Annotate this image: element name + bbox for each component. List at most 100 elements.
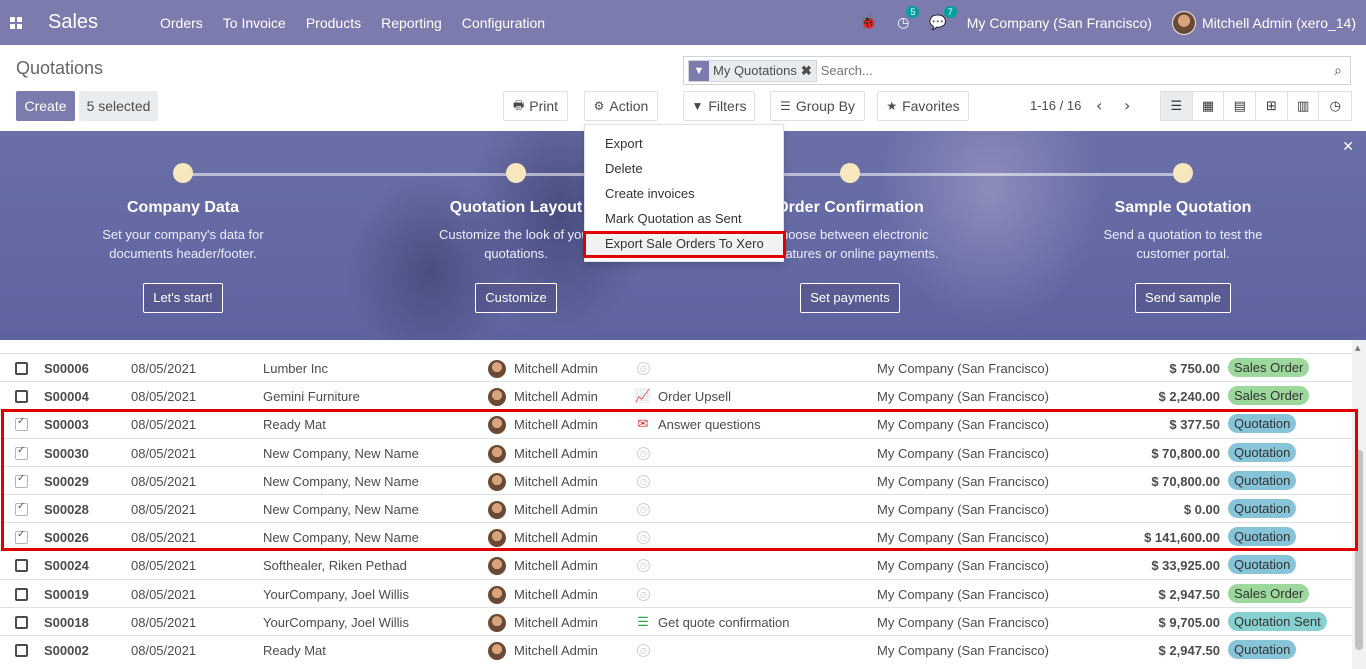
groupby-button[interactable]: ☰ Group By [770,91,865,121]
customer-name: Softhealer, Riken Pethad [263,558,407,574]
order-number: S00028 [44,502,89,517]
table-row[interactable]: S00028 08/05/2021 New Company, New Name Mit… [0,494,1352,522]
salesperson-avatar [488,501,506,519]
action-create-invoices[interactable]: Create invoices [585,181,783,206]
row-checkbox[interactable] [15,587,28,601]
print-button[interactable]: 🖶 Print [503,91,568,121]
clock-icon[interactable]: ◷ [637,362,650,375]
customer-name: New Company, New Name [263,530,419,546]
pivot-view-icon[interactable]: ⊞ [1256,92,1288,120]
menu-orders[interactable]: Orders [150,15,213,31]
clock-icon[interactable]: ◷ [637,474,650,488]
activity-count-badge: 5 [906,6,920,18]
email-icon[interactable]: ✉ [634,415,652,433]
action-button[interactable]: ⚙ Action [584,91,658,121]
facet-remove-icon[interactable]: ✖ [801,63,816,79]
clock-icon[interactable]: ◷ [637,531,650,545]
search-facet[interactable]: ▼ My Quotations ✖ [688,59,817,82]
company-switcher[interactable]: My Company (San Francisco) [957,15,1162,31]
set-payments-button[interactable]: Set payments [800,283,900,313]
scrollbar-thumb[interactable] [1355,450,1363,650]
salesperson-avatar [488,557,506,576]
calendar-view-icon[interactable]: ▤ [1224,92,1257,120]
action-delete[interactable]: Delete [585,156,783,181]
row-checkbox[interactable] [15,559,28,573]
user-menu[interactable]: Mitchell Admin (xero_14) [1162,10,1366,35]
print-icon: 🖶 [512,97,525,112]
salesperson-name: Mitchell Admin [514,586,598,602]
clock-icon[interactable]: ◷ [637,446,650,460]
activity-icon[interactable]: ◷ 5 [887,6,920,31]
table-row[interactable]: S00003 08/05/2021 Ready Mat Mitchell Admin ✉… [0,409,1352,437]
action-export-to-xero[interactable]: Export Sale Orders To Xero [583,231,786,258]
table-row[interactable]: S00024 08/05/2021 Softhealer, Riken Pethad… [0,550,1352,578]
close-icon[interactable]: ✕ [1342,139,1354,155]
table-row[interactable]: S00019 08/05/2021 YourCompany, Joel Willis… [0,578,1352,607]
row-checkbox[interactable] [15,416,28,432]
clock-icon[interactable]: ◷ [637,503,650,516]
row-checkbox[interactable] [15,390,28,404]
apps-menu-icon[interactable] [0,0,32,45]
order-number: S00026 [44,530,89,546]
menu-products[interactable]: Products [296,15,371,31]
kanban-view-icon[interactable]: ▦ [1193,92,1225,120]
status-badge: Sales Order [1228,386,1310,406]
send-sample-button[interactable]: Send sample [1135,283,1231,313]
pager-previous-icon[interactable]: ‹ [1096,96,1102,115]
table-row[interactable]: S00030 08/05/2021 New Company, New Name Mit… [0,437,1352,466]
menu-reporting[interactable]: Reporting [371,15,452,31]
action-mark-sent[interactable]: Mark Quotation as Sent [585,206,783,231]
row-checkbox[interactable] [15,362,28,375]
list-view-icon[interactable]: ☰ [1161,92,1193,120]
app-brand[interactable]: Sales [48,11,144,34]
favorites-button[interactable]: ★ Favorites [877,91,969,121]
clock-icon[interactable]: ◷ [637,559,650,573]
row-checkbox[interactable] [15,529,28,545]
scroll-up-icon[interactable]: ▲ [1355,344,1360,352]
table-row[interactable]: S00018 08/05/2021 YourCompany, Joel Willis… [0,606,1352,635]
create-button[interactable]: Create [16,91,75,121]
search-icon[interactable]: ⌕ [1326,63,1350,79]
customize-button[interactable]: Customize [475,283,557,313]
order-total: $ 0.00 [1183,502,1220,517]
order-number: S00024 [44,558,89,574]
table-row[interactable]: S00006 08/05/2021 Lumber Inc Mitchell Admin… [0,353,1352,381]
search-input[interactable] [820,63,1326,78]
table-row[interactable]: S00004 08/05/2021 Gemini Furniture Mitchell… [0,381,1352,409]
activity-summary: Get quote confirmation [658,614,790,630]
row-checkbox[interactable] [15,615,28,629]
todo-icon[interactable]: ☰ [634,613,652,631]
clock-icon[interactable]: ◷ [637,644,650,657]
graph-view-icon[interactable]: ▥ [1288,92,1320,120]
table-row[interactable]: S00029 08/05/2021 New Company, New Name Mit… [0,465,1352,494]
menu-to-invoice[interactable]: To Invoice [213,15,296,31]
lets-start-button[interactable]: Let's start! [143,283,223,313]
table-row[interactable]: S00002 08/05/2021 Ready Mat Mitchell Admin ◷… [0,635,1352,663]
activity-summary: Order Upsell [658,389,731,405]
pager-value[interactable]: 1-16 / 16 [1030,98,1081,113]
menu-configuration[interactable]: Configuration [452,15,555,31]
step-title: Sample Quotation [1114,199,1252,216]
row-checkbox[interactable] [15,501,28,516]
status-badge: Quotation [1228,470,1297,490]
filters-button[interactable]: ▼ Filters [683,91,755,121]
pager-next-icon[interactable]: › [1124,96,1130,115]
order-total: $ 141,600.00 [1144,530,1220,546]
row-checkbox[interactable] [15,445,28,460]
table-row[interactable]: S00026 08/05/2021 New Company, New Name Mit… [0,522,1352,550]
order-number: S00006 [44,361,89,376]
debug-icon[interactable]: 🐞 [850,14,887,31]
activity-view-icon[interactable]: ◷ [1319,92,1351,120]
upsell-icon[interactable]: 📈 [634,387,652,405]
action-export[interactable]: Export [585,131,783,156]
order-number: S00002 [44,643,89,658]
filters-label: Filters [708,98,747,114]
order-number: S00004 [44,389,89,405]
scrollbar[interactable]: ▲ [1352,340,1366,669]
user-avatar [1171,10,1196,35]
clock-icon[interactable]: ◷ [637,587,650,601]
row-checkbox[interactable] [15,473,28,488]
messages-icon[interactable]: 💬 7 [919,6,957,31]
row-checkbox[interactable] [15,644,28,657]
order-number: S00003 [44,417,89,433]
